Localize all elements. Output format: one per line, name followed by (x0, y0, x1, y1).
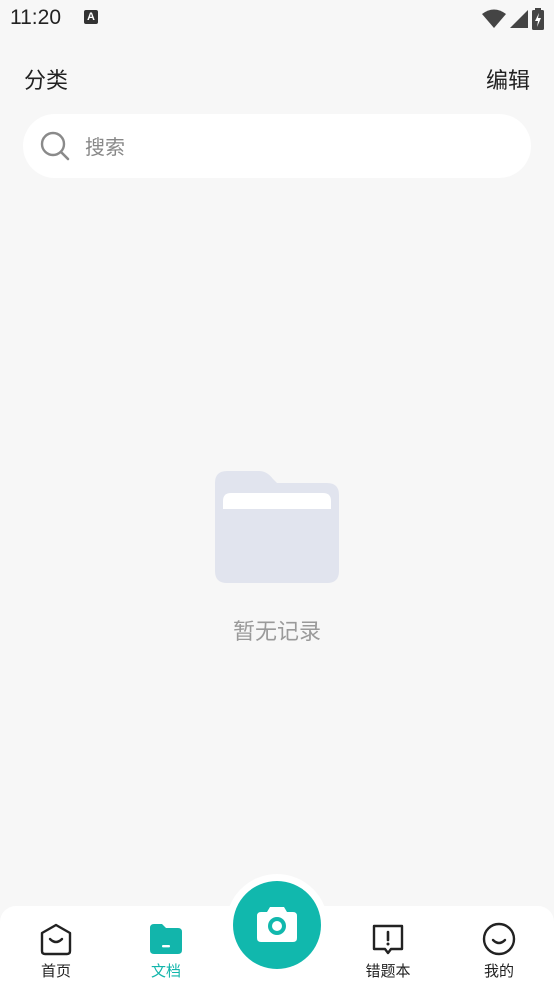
mistake-book-icon (372, 924, 404, 955)
edit-button[interactable]: 编辑 (486, 63, 530, 95)
folder-icon (215, 471, 339, 583)
nav-item-home[interactable]: 首页 (6, 906, 106, 984)
camera-button[interactable] (226, 874, 328, 976)
nav-item-mistake-book[interactable]: 错题本 (338, 906, 438, 984)
nav-label-documents: 文档 (150, 962, 181, 980)
signal-icon (510, 10, 528, 28)
notification-a-icon: A (84, 10, 98, 24)
nav-label-profile: 我的 (483, 962, 514, 980)
home-face-icon (40, 923, 72, 956)
nav-label-home: 首页 (40, 962, 71, 980)
battery-icon (532, 8, 544, 30)
nav-label-mistake-book: 错题本 (365, 962, 411, 980)
page-title: 分类 (24, 69, 69, 94)
nav-item-documents[interactable]: 文档 (116, 906, 216, 984)
camera-icon (257, 907, 297, 942)
document-folder-icon (150, 924, 182, 954)
profile-smile-icon (482, 922, 516, 956)
status-indicators (482, 8, 544, 30)
camera-button-circle[interactable] (233, 881, 321, 969)
status-bar: 11:20 A (0, 0, 554, 38)
wifi-icon (482, 9, 506, 28)
nav-item-profile[interactable]: 我的 (449, 906, 549, 984)
empty-state-text: 暂无记录 (232, 620, 321, 645)
search-bar[interactable] (23, 114, 531, 180)
search-icon (40, 131, 70, 161)
status-time: 11:20 (10, 6, 61, 29)
search-input[interactable] (83, 114, 507, 180)
